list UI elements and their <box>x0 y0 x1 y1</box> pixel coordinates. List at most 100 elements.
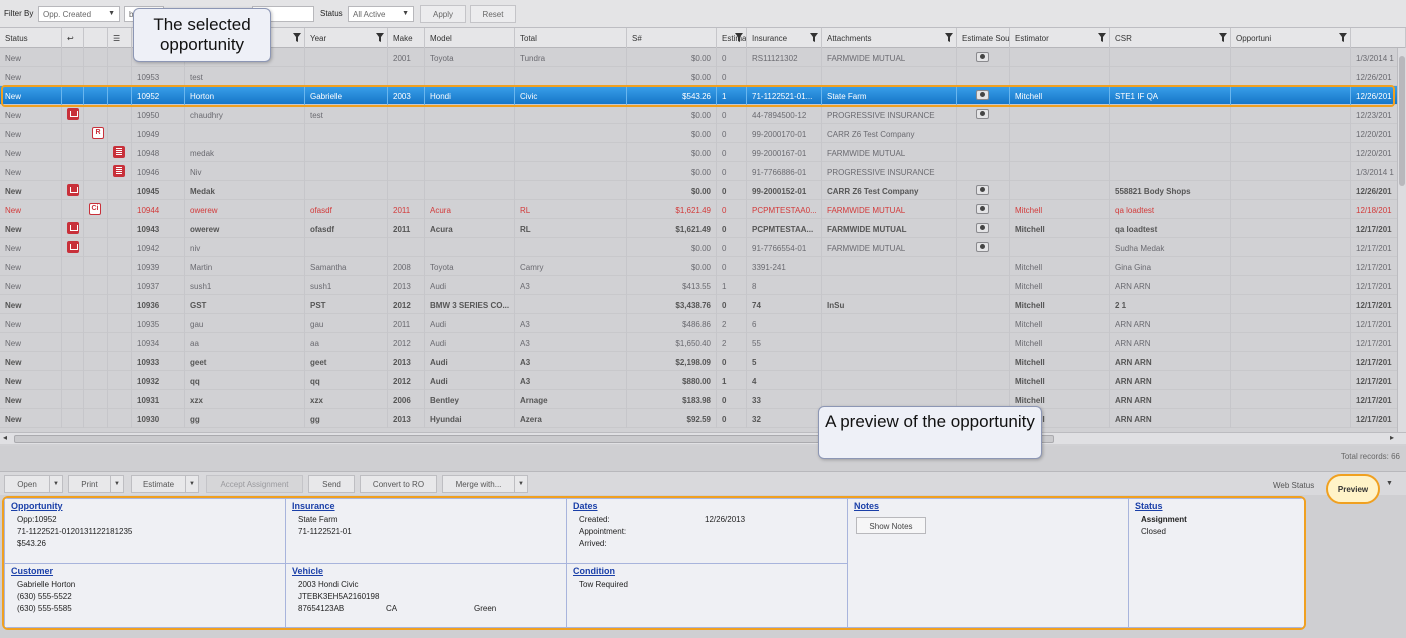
column-header[interactable]: Estimate Source <box>957 28 1010 48</box>
show-notes-button[interactable]: Show Notes <box>856 517 926 534</box>
preview-dates-title[interactable]: Dates <box>573 501 841 511</box>
camera-icon[interactable] <box>976 109 989 119</box>
table-row[interactable]: New 10945 Medak $0.00 0 99-2000152-01 CARR Z6 … <box>0 181 1406 200</box>
table-row[interactable]: New 10943 owerew ofasdf 2011 Acura RL $1,621.49… <box>0 219 1406 238</box>
estimate-button[interactable]: Estimate <box>131 475 186 493</box>
assignment-icon[interactable] <box>67 241 79 253</box>
column-header[interactable]: Make <box>388 28 425 48</box>
preview-vehicle-title[interactable]: Vehicle <box>292 566 560 576</box>
preview-status-title[interactable]: Status <box>1135 501 1301 511</box>
cell-id: 10931 <box>132 390 185 409</box>
column-header[interactable]: Attachments <box>822 28 957 48</box>
web-status-label[interactable]: Web Status <box>1273 481 1314 490</box>
preview-insurance-title[interactable]: Insurance <box>292 501 560 511</box>
table-row[interactable]: New10930gggg2013HyundaiAzera$92.59032Mit… <box>0 409 1406 428</box>
cell-status: New <box>0 238 62 257</box>
assignment-icon[interactable] <box>67 222 79 234</box>
filter-icon[interactable] <box>376 33 384 42</box>
column-header[interactable]: Year <box>305 28 388 48</box>
camera-icon[interactable] <box>976 204 989 214</box>
scroll-thumb[interactable] <box>1399 56 1405 186</box>
estimate-dropdown-icon[interactable]: ▼ <box>185 475 199 493</box>
assignment-icon[interactable] <box>67 108 79 120</box>
reset-button[interactable]: Reset <box>470 5 516 23</box>
table-row[interactable]: New 10931 xzx xzx 2006 Bentley Arnage $183.98 0 3… <box>0 390 1406 409</box>
cell-csr <box>1231 200 1351 219</box>
table-row[interactable]: New 10935 gau gau 2011 Audi A3 $486.86 2 6 Mitchel… <box>0 314 1406 333</box>
status-select[interactable]: All Active ▼ <box>348 6 414 22</box>
table-row[interactable]: New 10953 test $0.00 0 12/26/201 <box>0 67 1406 86</box>
table-row[interactable]: New 10952 Horton Gabrielle 2003 Hondi Civic $54… <box>0 86 1406 105</box>
table-row[interactable]: New 10936 GST PST 2012 BMW 3 SERIES CO... $3,4… <box>0 295 1406 314</box>
camera-icon[interactable] <box>976 90 989 100</box>
estimate-document-icon[interactable] <box>113 165 125 177</box>
preview-customer-title[interactable]: Customer <box>11 566 279 576</box>
table-row[interactable]: New 10937 sush1 sush1 2013 Audi A3 $413.55 1 8 Mit… <box>0 276 1406 295</box>
column-header[interactable]: S# <box>627 28 717 48</box>
convert-to-ro-button[interactable]: Convert to RO <box>360 475 437 493</box>
column-header[interactable]: Opportuni <box>1231 28 1351 48</box>
cell-make <box>425 238 515 257</box>
scroll-right-icon[interactable]: ▸ <box>1390 433 1394 442</box>
table-row[interactable]: New 10939 Martin Samantha 2008 Toyota Camry $0.… <box>0 257 1406 276</box>
chevron-down-icon[interactable]: ▼ <box>1386 480 1393 487</box>
cell-src: Mitchell <box>1010 314 1110 333</box>
filter-by-select[interactable]: Opp. Created ▼ <box>38 6 120 22</box>
column-header[interactable]: Model <box>425 28 515 48</box>
camera-icon[interactable] <box>976 185 989 195</box>
column-header[interactable] <box>84 28 108 48</box>
table-row[interactable]: New 10942 niv $0.00 0 91-7766554-01 FARMWIDE M… <box>0 238 1406 257</box>
apply-button[interactable]: Apply <box>420 5 466 23</box>
column-header[interactable]: ☰ <box>108 28 132 48</box>
table-row[interactable]: New 10950 chaudhry test $0.00 0 44-7894500-12 P… <box>0 105 1406 124</box>
filter-icon[interactable] <box>945 33 953 42</box>
preview-button[interactable]: Preview <box>1326 474 1380 504</box>
cell-est: PCPMTESTAA0... <box>747 200 822 219</box>
scroll-left-icon[interactable]: ◂ <box>3 433 7 442</box>
preview-notes-title[interactable]: Notes <box>854 501 1122 511</box>
open-button[interactable]: Open <box>4 475 50 493</box>
accept-assignment-button[interactable]: Accept Assignment <box>206 475 303 493</box>
table-row[interactable]: New 10934 aa aa 2012 Audi A3 $1,650.40 2 55 Mitche… <box>0 333 1406 352</box>
preview-condition-title[interactable]: Condition <box>573 566 841 576</box>
column-header[interactable] <box>1351 28 1406 48</box>
column-header[interactable]: Total <box>515 28 627 48</box>
filter-icon[interactable] <box>293 33 301 42</box>
print-button[interactable]: Print <box>68 475 111 493</box>
cell-csr <box>1231 352 1351 371</box>
filter-icon[interactable] <box>1339 33 1347 42</box>
table-row[interactable]: New 10948 medak $0.00 0 99-2000167-01 FARMWIDE… <box>0 143 1406 162</box>
filter-icon[interactable] <box>1219 33 1227 42</box>
horizontal-scrollbar[interactable]: ◂ ▸ <box>0 432 1406 444</box>
filter-icon[interactable] <box>1098 33 1106 42</box>
column-header[interactable]: CSR <box>1110 28 1231 48</box>
column-header[interactable]: Status <box>0 28 62 48</box>
column-header[interactable]: Estimator <box>1010 28 1110 48</box>
merge-dropdown-icon[interactable]: ▼ <box>514 475 528 493</box>
camera-icon[interactable] <box>976 242 989 252</box>
column-header[interactable]: Insurance <box>747 28 822 48</box>
camera-icon[interactable] <box>976 52 989 62</box>
column-header[interactable]: ↩ <box>62 28 84 48</box>
column-header[interactable]: Estimate # <box>717 28 747 48</box>
filter-icon[interactable] <box>735 33 743 42</box>
send-button[interactable]: Send <box>308 475 355 493</box>
camera-icon[interactable] <box>976 223 989 233</box>
open-dropdown-icon[interactable]: ▼ <box>49 475 63 493</box>
icon-cell <box>108 257 132 276</box>
repair-order-icon[interactable]: R <box>92 127 104 139</box>
estimate-document-icon[interactable] <box>113 146 125 158</box>
table-row[interactable]: New R 10949 $0.00 0 99-2000170-01 CARR Z6 Test… <box>0 124 1406 143</box>
ci-icon[interactable]: Ci <box>89 203 101 215</box>
merge-with-button[interactable]: Merge with... <box>442 475 515 493</box>
print-dropdown-icon[interactable]: ▼ <box>110 475 124 493</box>
vertical-scrollbar[interactable] <box>1397 48 1406 432</box>
filter-icon[interactable] <box>810 33 818 42</box>
cell-year <box>388 124 425 143</box>
table-row[interactable]: New 10946 Niv $0.00 0 91-7766886-01 PROGRESSIV… <box>0 162 1406 181</box>
assignment-icon[interactable] <box>67 184 79 196</box>
preview-opportunity-title[interactable]: Opportunity <box>11 501 279 511</box>
table-row[interactable]: New 10933 geet geet 2013 Audi A3 $2,198.09 0 5 Mit… <box>0 352 1406 371</box>
table-row[interactable]: New 10932 qq qq 2012 Audi A3 $880.00 1 4 Mitchell A… <box>0 371 1406 390</box>
table-row[interactable]: New Ci 10944 owerew ofasdf 2011 Acura RL $1,621.… <box>0 200 1406 219</box>
